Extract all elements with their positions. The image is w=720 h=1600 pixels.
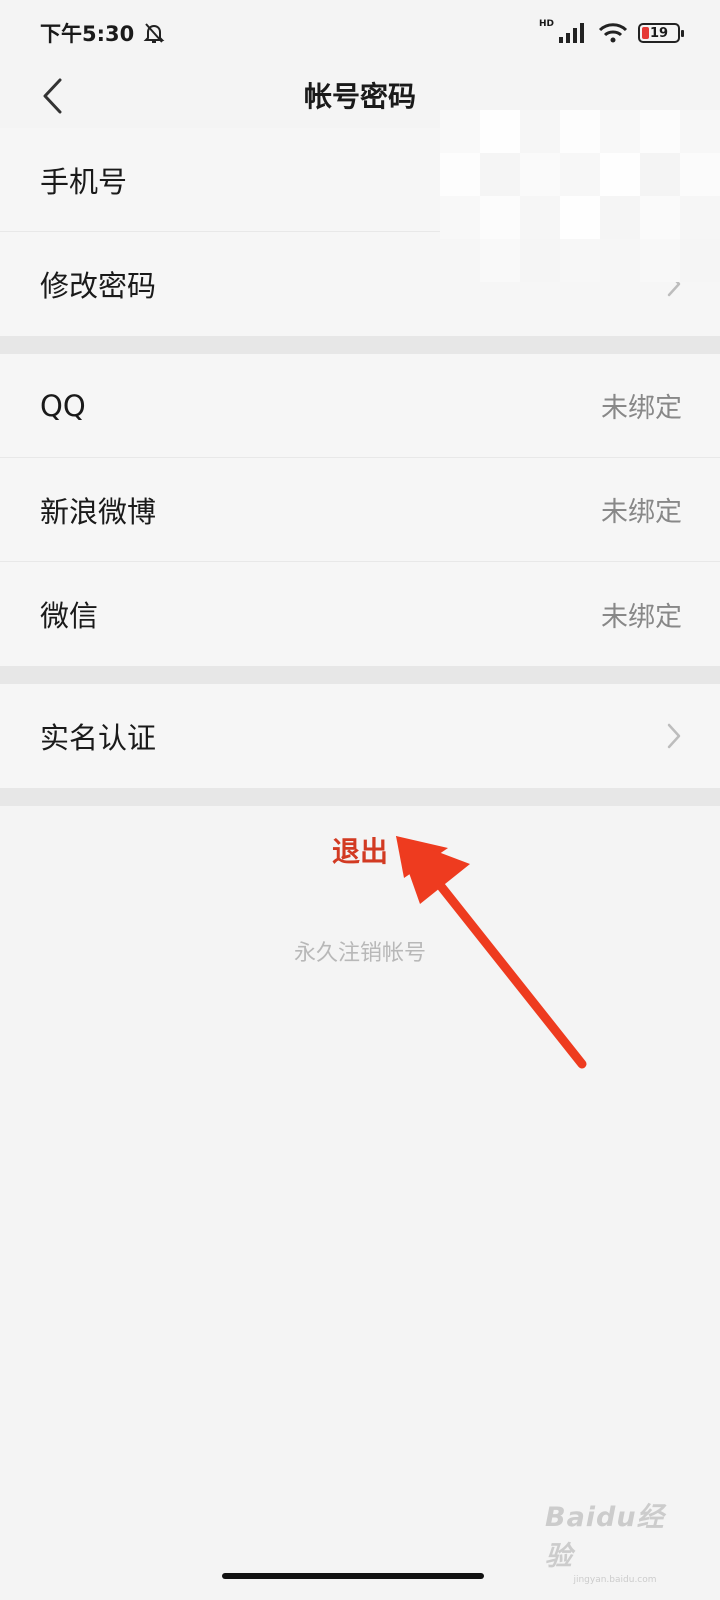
wechat-row[interactable]: 微信 未绑定 xyxy=(0,562,720,666)
baidu-watermark: Baidu经验 jingyan.baidu.com xyxy=(545,1495,685,1585)
status-time: 下午5:30 xyxy=(40,22,135,46)
red-arrow-icon xyxy=(396,836,587,1069)
phone-label: 手机号 xyxy=(40,164,128,199)
chevron-left-icon xyxy=(43,78,62,114)
weibo-status: 未绑定 xyxy=(601,497,682,528)
change-password-label: 修改密码 xyxy=(40,269,157,303)
status-bar: 下午5:30 HD 19 xyxy=(0,0,720,66)
status-right: HD 19 xyxy=(538,19,684,44)
phone-number-mask xyxy=(440,110,720,282)
watermark-main: Baidu经验 xyxy=(545,1502,665,1572)
weibo-label: 新浪微博 xyxy=(40,494,157,529)
signal-icon xyxy=(559,23,584,43)
chevron-right-icon xyxy=(667,723,681,749)
battery-level: 19 xyxy=(649,25,669,41)
verify-group: 实名认证 xyxy=(0,684,720,788)
weibo-row[interactable]: 新浪微博 未绑定 xyxy=(0,458,720,562)
watermark-sub: jingyan.baidu.com xyxy=(573,1575,657,1585)
network-label: HD xyxy=(538,19,554,29)
qq-row[interactable]: QQ 未绑定 xyxy=(0,354,720,458)
wechat-label: 微信 xyxy=(40,599,99,633)
bind-group: QQ 未绑定 新浪微博 未绑定 微信 未绑定 xyxy=(0,354,720,666)
section-separator xyxy=(0,788,720,806)
section-separator xyxy=(0,336,720,354)
section-separator xyxy=(0,666,720,684)
real-name-verification-label: 实名认证 xyxy=(40,721,157,755)
bell-off-icon xyxy=(143,23,165,43)
back-button[interactable] xyxy=(30,70,74,122)
wechat-status: 未绑定 xyxy=(601,601,682,633)
wifi-icon xyxy=(598,23,628,43)
qq-status: 未绑定 xyxy=(601,393,682,424)
status-left: 下午5:30 xyxy=(40,18,166,48)
home-indicator[interactable] xyxy=(222,1573,484,1579)
qq-label: QQ xyxy=(40,388,86,423)
battery-icon: 19 xyxy=(638,23,684,43)
battery-fill xyxy=(642,27,649,39)
real-name-verification-row[interactable]: 实名认证 xyxy=(0,684,720,788)
